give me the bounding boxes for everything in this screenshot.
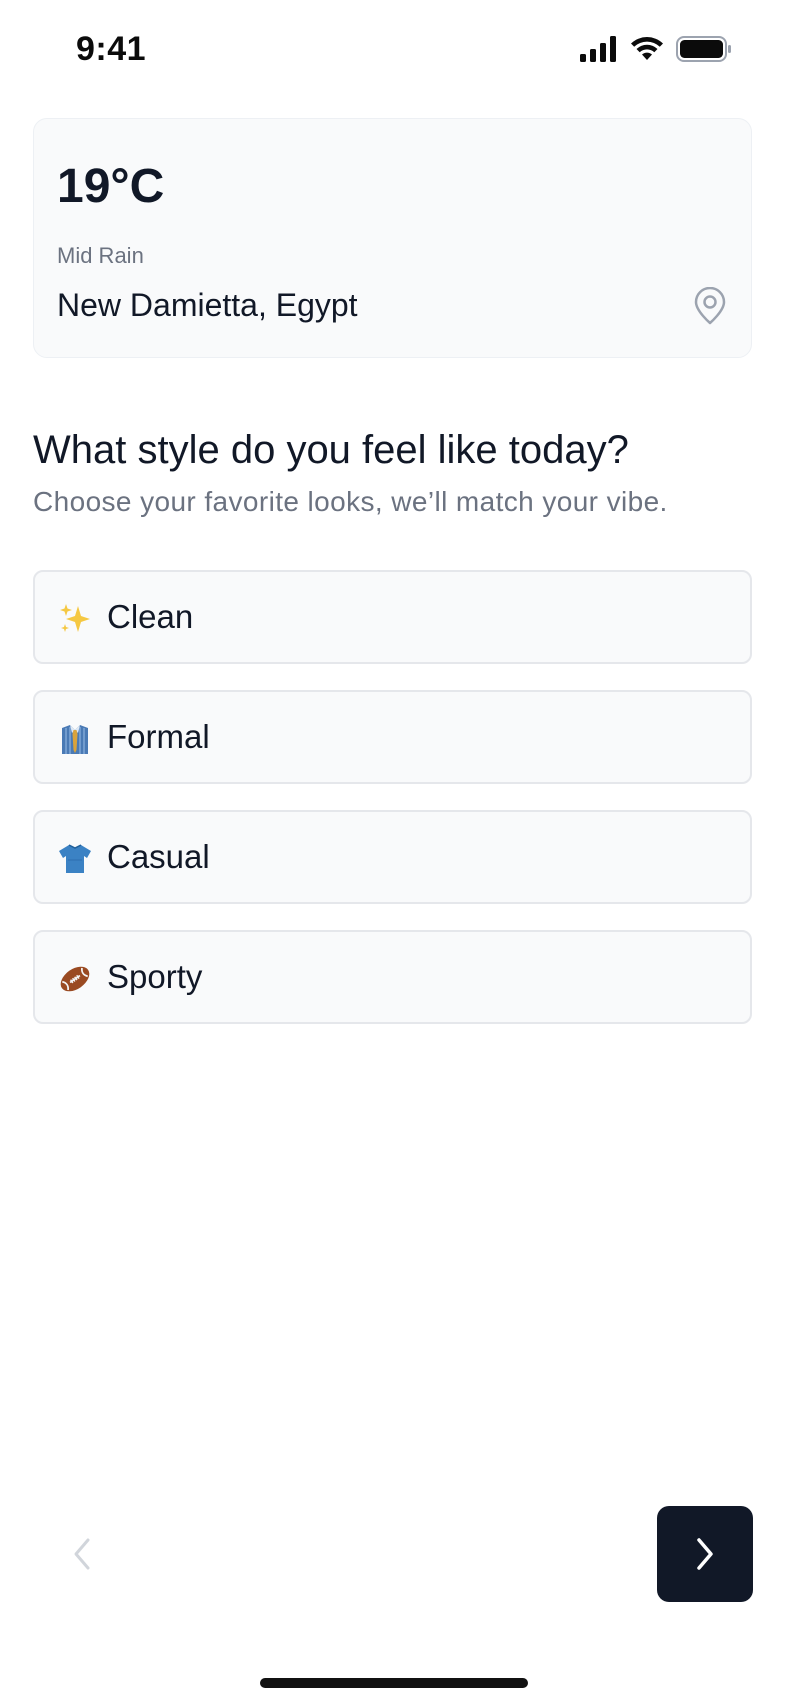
previous-button[interactable] [56, 1510, 108, 1598]
temperature: 19°C [57, 160, 165, 213]
weather-card: 19°C Mid Rain New Damietta, Egypt [33, 118, 752, 358]
location-name: New Damietta, Egypt [57, 287, 358, 323]
signal-icon [580, 36, 616, 62]
option-label: Clean [107, 598, 194, 635]
option-sporty[interactable]: Sporty [33, 930, 752, 1024]
location-pin-icon[interactable] [693, 287, 727, 325]
question-title: What style do you feel like today? [33, 428, 629, 472]
chevron-right-icon [697, 1538, 713, 1570]
option-label: Casual [107, 838, 210, 875]
wifi-icon [631, 37, 663, 60]
status-icons [580, 36, 732, 62]
shirt-tie-icon [57, 721, 93, 757]
status-bar: 9:41 [0, 0, 786, 100]
home-indicator [260, 1678, 528, 1688]
question-subtitle: Choose your favorite looks, we’ll match … [33, 486, 668, 517]
option-label: Formal [107, 718, 210, 755]
weather-condition: Mid Rain [57, 243, 144, 268]
tshirt-icon [57, 841, 93, 877]
chevron-left-icon [74, 1538, 90, 1570]
battery-icon [676, 36, 731, 62]
sparkles-icon [57, 601, 93, 637]
status-time: 9:41 [76, 30, 147, 68]
option-clean[interactable]: Clean [33, 570, 752, 664]
option-formal[interactable]: Formal [33, 690, 752, 784]
next-button[interactable] [657, 1506, 753, 1602]
option-casual[interactable]: Casual [33, 810, 752, 904]
football-icon [57, 961, 93, 997]
option-label: Sporty [107, 958, 203, 995]
